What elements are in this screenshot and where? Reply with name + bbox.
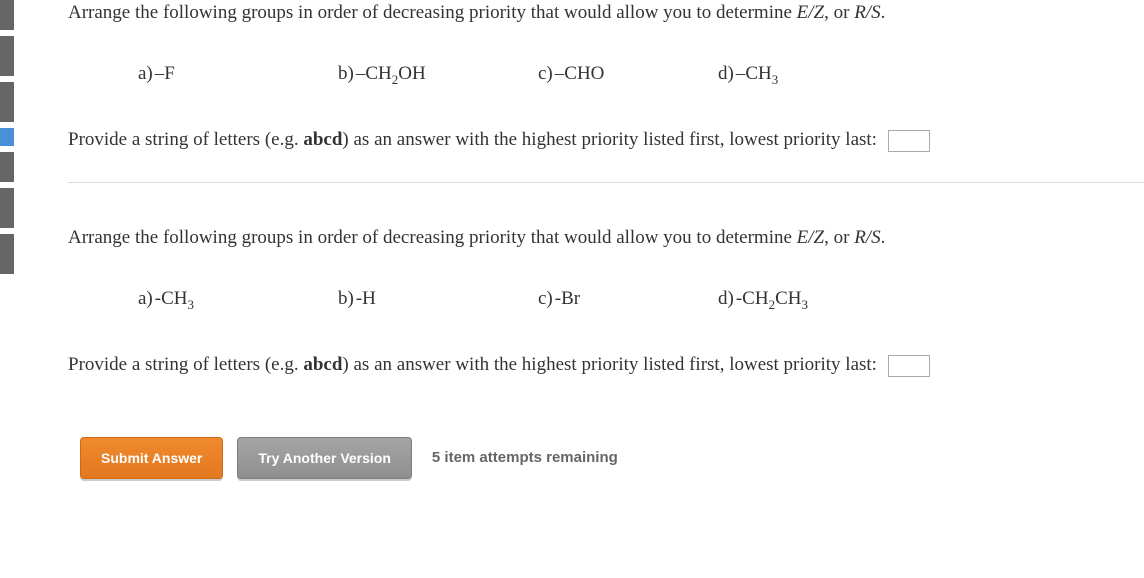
- nav-marker[interactable]: [0, 234, 14, 274]
- option-c: c)-Br: [538, 288, 718, 313]
- try-another-button[interactable]: Try Another Version: [237, 437, 412, 479]
- question-2: Arrange the following groups in order of…: [68, 225, 1144, 407]
- option-d: d)–CH3: [718, 63, 918, 88]
- answer-prompt: Provide a string of letters (e.g. abcd) …: [68, 352, 1144, 379]
- answer-prompt: Provide a string of letters (e.g. abcd) …: [68, 127, 1144, 154]
- option-d: d)-CH2CH3: [718, 288, 918, 313]
- nav-marker[interactable]: [0, 188, 14, 228]
- options-row: a)-CH3 b)-H c)-Br d)-CH2CH3: [68, 288, 1144, 313]
- question-prompt: Arrange the following groups in order of…: [68, 225, 1144, 252]
- answer-input-2[interactable]: [888, 355, 930, 377]
- question-1: Arrange the following groups in order of…: [68, 0, 1144, 183]
- nav-marker[interactable]: [0, 152, 14, 182]
- submit-button[interactable]: Submit Answer: [80, 437, 223, 479]
- nav-marker[interactable]: [0, 0, 14, 30]
- option-c: c)–CHO: [538, 63, 718, 88]
- nav-sidebar: [0, 0, 14, 578]
- option-a: a)-CH3: [138, 288, 338, 313]
- nav-marker[interactable]: [0, 82, 14, 122]
- option-b: b)-H: [338, 288, 538, 313]
- option-b: b)–CH2OH: [338, 63, 538, 88]
- attempts-remaining: 5 item attempts remaining: [432, 449, 618, 466]
- option-a: a)–F: [138, 63, 338, 88]
- content-area: Arrange the following groups in order of…: [14, 0, 1144, 578]
- button-row: Submit Answer Try Another Version 5 item…: [68, 437, 1144, 479]
- options-row: a)–F b)–CH2OH c)–CHO d)–CH3: [68, 63, 1144, 88]
- answer-input-1[interactable]: [888, 130, 930, 152]
- nav-marker[interactable]: [0, 36, 14, 76]
- nav-marker-active[interactable]: [0, 128, 14, 146]
- question-prompt: Arrange the following groups in order of…: [68, 0, 1144, 27]
